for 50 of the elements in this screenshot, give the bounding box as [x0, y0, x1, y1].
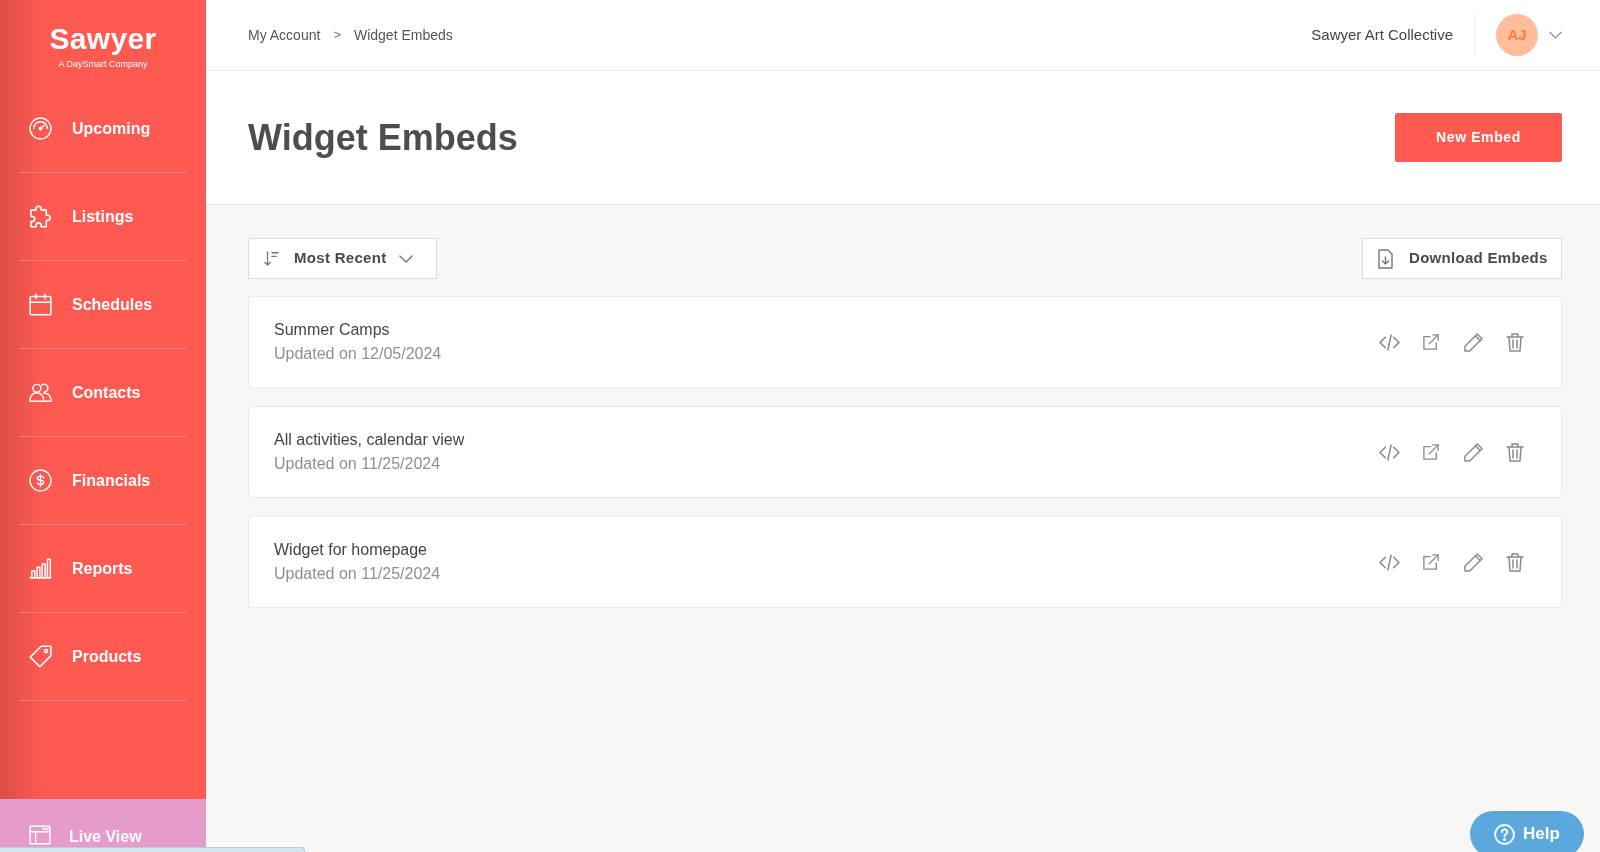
file-download-icon: [1378, 248, 1393, 269]
logo-tagline: A DaySmart Company: [58, 59, 148, 70]
page-title: Widget Embeds: [248, 115, 518, 160]
embed-updated-date: Updated on 12/05/2024: [274, 344, 442, 364]
gauge-icon: [29, 117, 52, 140]
trash-icon: [1506, 332, 1524, 352]
code-icon: [1378, 443, 1400, 461]
sort-dropdown[interactable]: Most Recent: [248, 238, 437, 279]
trash-icon: [1506, 442, 1524, 462]
breadcrumb-current: Widget Embeds: [353, 25, 453, 45]
chevron-down-icon[interactable]: [1549, 31, 1562, 39]
nav-item[interactable]: Upcoming: [19, 85, 187, 173]
embed-updated-date: Updated on 11/25/2024: [274, 454, 442, 474]
external-link-icon: [1423, 444, 1439, 460]
pencil-icon: [1463, 442, 1483, 462]
help-button[interactable]: Help: [1470, 811, 1584, 852]
external-link-icon: [1423, 334, 1439, 350]
code-icon: [1378, 553, 1400, 571]
breadcrumb-separator: >: [333, 26, 341, 45]
embed-name: All activities, calendar view: [274, 430, 465, 450]
embed-updated-date: Updated on 11/25/2024: [274, 564, 441, 584]
pencil-icon: [1463, 332, 1483, 352]
bar-chart-icon: [29, 557, 52, 580]
embed-name: Summer Camps: [274, 320, 391, 340]
calendar-icon: [29, 293, 52, 316]
dollar-icon: [29, 469, 52, 492]
logo[interactable]: Sawyer: [49, 22, 157, 56]
nav-item[interactable]: Listings: [19, 173, 187, 261]
nav-item[interactable]: Contacts: [19, 349, 187, 437]
trash-icon: [1506, 552, 1524, 572]
organization-name: Sawyer Art Collective: [1311, 24, 1453, 45]
caret-icon: [399, 254, 414, 263]
nav-item[interactable]: Reports: [19, 525, 187, 613]
breadcrumb-link[interactable]: My Account: [248, 24, 321, 46]
user-avatar[interactable]: AJ: [1496, 14, 1538, 56]
nav-item[interactable]: Products: [19, 613, 187, 701]
puzzle-icon: [29, 205, 52, 228]
new-embed-button[interactable]: New Embed: [1395, 113, 1562, 162]
external-link-icon: [1423, 554, 1439, 570]
tag-icon: [29, 645, 52, 668]
browser-window-icon: [29, 825, 51, 845]
pencil-icon: [1463, 552, 1483, 572]
code-icon: [1378, 333, 1400, 351]
help-icon: [1494, 823, 1516, 845]
sort-icon: [264, 251, 279, 266]
nav-item[interactable]: Schedules: [19, 261, 187, 349]
download-embeds-button[interactable]: Download Embeds: [1362, 238, 1562, 279]
people-icon: [29, 381, 52, 404]
embed-name: Widget for homepage: [274, 540, 428, 560]
nav-item[interactable]: Financials: [19, 437, 187, 525]
